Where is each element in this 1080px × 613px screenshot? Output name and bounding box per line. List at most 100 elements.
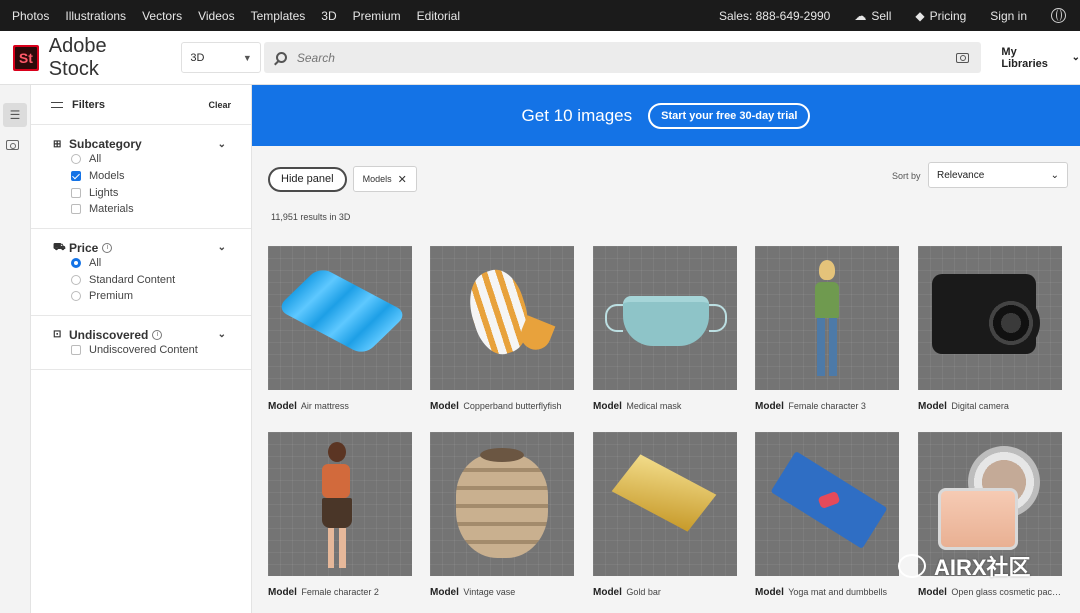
asset-thumbnail[interactable]	[268, 432, 412, 576]
asset-thumbnail[interactable]	[268, 246, 412, 390]
visual-search-camera-icon[interactable]	[956, 52, 970, 63]
asset-card[interactable]: Model Female character 3	[755, 246, 899, 412]
sort-value: Relevance	[937, 169, 985, 181]
radio-button[interactable]	[71, 154, 81, 165]
category-select[interactable]: 3D ▼	[181, 42, 261, 73]
creative-cloud-icon[interactable]	[1051, 8, 1066, 23]
nav-3d[interactable]: 3D	[321, 9, 336, 23]
asset-thumbnail[interactable]	[918, 246, 1062, 390]
asset-type: Model	[593, 401, 622, 412]
price-section: ⛟ Price i ⌄ All Standard Content Premium	[31, 229, 251, 316]
checkbox[interactable]	[71, 187, 81, 198]
asset-type: Model	[593, 587, 622, 598]
pricing-link[interactable]: ◆ Pricing	[915, 9, 966, 23]
asset-title: Female character 2	[301, 587, 379, 597]
option-label: Standard Content	[89, 273, 176, 286]
my-libraries-menu[interactable]: My Libraries ⌄	[1001, 46, 1080, 70]
price-option-all[interactable]: All	[71, 255, 251, 272]
checkbox[interactable]	[71, 345, 81, 356]
close-icon[interactable]: ✕	[398, 173, 407, 186]
asset-title: Female character 3	[788, 401, 866, 411]
option-label: Materials	[89, 203, 134, 216]
gold-bar-render	[611, 454, 717, 532]
undiscovered-toggle[interactable]: ⊡ Undiscovered i ⌄	[53, 328, 251, 342]
nav-videos[interactable]: Videos	[198, 9, 234, 23]
asset-card[interactable]: Model Female character 2	[268, 432, 412, 598]
nav-illustrations[interactable]: Illustrations	[65, 9, 126, 23]
price-toggle[interactable]: ⛟ Price i ⌄	[53, 241, 251, 255]
watermark: AIRX社区	[898, 550, 1031, 582]
checkbox-checked[interactable]	[71, 171, 81, 182]
content-type-nav: Photos Illustrations Vectors Videos Temp…	[0, 9, 464, 23]
sort-select[interactable]: Relevance ⌄	[928, 162, 1068, 188]
checkbox[interactable]	[71, 204, 81, 215]
filter-panel: Filters Clear ⊞ Subcategory ⌄ All Models…	[31, 85, 252, 613]
chevron-down-icon: ▼	[242, 52, 252, 63]
asset-title: Yoga mat and dumbbells	[788, 587, 887, 597]
info-icon[interactable]: i	[102, 242, 113, 253]
price-option-premium[interactable]: Premium	[71, 288, 251, 305]
nav-editorial[interactable]: Editorial	[417, 9, 460, 23]
sell-link[interactable]: ☁ Sell	[854, 9, 891, 23]
camera-icon[interactable]	[6, 140, 19, 150]
asset-card[interactable]: Model Air mattress	[268, 246, 412, 412]
nav-templates[interactable]: Templates	[251, 9, 306, 23]
info-icon[interactable]: i	[152, 329, 163, 340]
asset-thumbnail[interactable]	[755, 432, 899, 576]
nav-vectors[interactable]: Vectors	[142, 9, 182, 23]
promo-banner: Get 10 images Start your free 30-day tri…	[252, 85, 1080, 146]
brand-name[interactable]: Adobe Stock	[49, 35, 162, 81]
subcategory-option-all[interactable]: All	[71, 151, 251, 168]
price-option-standard[interactable]: Standard Content	[71, 271, 251, 288]
my-libraries-label: My Libraries	[1001, 45, 1048, 70]
option-label: Premium	[89, 290, 134, 303]
sign-in-link[interactable]: Sign in	[990, 9, 1027, 23]
asset-thumbnail[interactable]	[593, 432, 737, 576]
asset-caption: Model Female character 3	[755, 401, 899, 412]
left-rail: ☰	[0, 85, 31, 613]
radio-button-selected[interactable]	[71, 258, 81, 269]
asset-card[interactable]: Model Vintage vase	[430, 432, 574, 598]
subcategory-option-lights[interactable]: Lights	[71, 184, 251, 201]
hide-panel-button[interactable]: Hide panel	[268, 166, 347, 192]
asset-thumbnail[interactable]	[593, 246, 737, 390]
filters-toggle-icon[interactable]: ☰	[3, 103, 27, 127]
undiscovered-option[interactable]: Undiscovered Content	[71, 342, 251, 359]
asset-card[interactable]: Model Gold bar	[593, 432, 737, 598]
subcategory-option-materials[interactable]: Materials	[71, 201, 251, 218]
digital-camera-render	[932, 274, 1040, 354]
sliders-icon	[51, 100, 63, 110]
account-nav: Sales: 888-649-2990 ☁ Sell ◆ Pricing Sign …	[695, 8, 1080, 23]
search-input[interactable]	[296, 50, 937, 65]
asset-card[interactable]: Model Digital camera	[918, 246, 1062, 412]
medical-mask-render	[605, 296, 727, 346]
top-navigation: Photos Illustrations Vectors Videos Temp…	[0, 0, 1080, 31]
tag-icon: ◆	[915, 8, 925, 23]
asset-thumbnail[interactable]	[430, 432, 574, 576]
free-trial-button[interactable]: Start your free 30-day trial	[648, 102, 811, 129]
subcategory-toggle[interactable]: ⊞ Subcategory ⌄	[53, 137, 251, 151]
asset-title: Open glass cosmetic packa...	[951, 587, 1062, 597]
asset-card[interactable]: Model Copperband butterflyfish	[430, 246, 574, 412]
asset-thumbnail[interactable]	[430, 246, 574, 390]
adobe-stock-logo[interactable]: St	[13, 44, 39, 71]
radio-button[interactable]	[71, 274, 81, 285]
asset-card[interactable]: Model Yoga mat and dumbbells	[755, 432, 899, 598]
nav-photos[interactable]: Photos	[12, 9, 49, 23]
asset-caption: Model Female character 2	[268, 587, 412, 598]
asset-type: Model	[755, 401, 784, 412]
asset-card[interactable]: Model Medical mask	[593, 246, 737, 412]
option-label: Lights	[89, 186, 119, 199]
asset-title: Gold bar	[626, 587, 661, 597]
active-filter-tag[interactable]: Models ✕	[352, 166, 417, 192]
radio-button[interactable]	[71, 291, 81, 302]
search-icon	[275, 52, 287, 63]
nav-premium[interactable]: Premium	[353, 9, 401, 23]
asset-title: Vintage vase	[463, 587, 516, 597]
asset-thumbnail[interactable]	[755, 246, 899, 390]
clear-filters-button[interactable]: Clear	[208, 100, 231, 110]
promo-text: Get 10 images	[521, 105, 633, 125]
subcategory-option-models[interactable]: Models	[71, 168, 251, 185]
asset-caption: Model Yoga mat and dumbbells	[755, 587, 899, 598]
watermark-text: AIRX社区	[934, 555, 1031, 580]
